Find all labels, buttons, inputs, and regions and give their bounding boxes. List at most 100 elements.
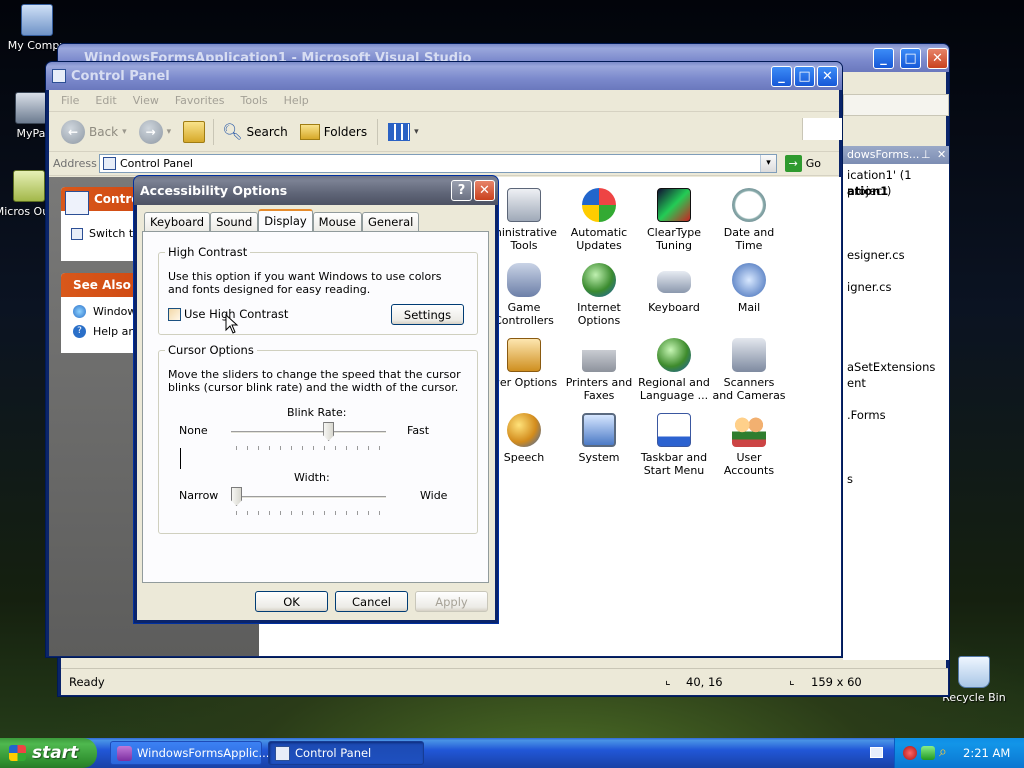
blink-rate-label: Blink Rate: (287, 406, 347, 419)
cp-item-user-accounts[interactable]: User Accounts (712, 413, 786, 477)
tab-general[interactable]: General (362, 212, 420, 231)
cp-item-cleartype-tuning[interactable]: ClearType Tuning (637, 188, 711, 252)
menu-view[interactable]: View (125, 94, 167, 107)
address-field[interactable]: Control Panel ▾ (99, 154, 777, 173)
apply-button[interactable]: Apply (415, 591, 488, 612)
cp-item-keyboard[interactable]: Keyboard (637, 263, 711, 314)
cp-menu-bar: File Edit View Favorites Tools Help (49, 90, 842, 140)
control-panel-small-icon (103, 157, 116, 170)
clock: 2:21 AM (963, 746, 1011, 760)
folders-button[interactable]: Folders (294, 123, 373, 140)
language-bar-icon[interactable] (870, 747, 883, 758)
solution-item[interactable]: igner.cs (847, 279, 892, 295)
taskbar-icon (657, 413, 691, 447)
up-button[interactable] (177, 120, 211, 143)
vs-maximize-button[interactable]: □ (900, 48, 921, 69)
cp-title-bar[interactable]: Control Panel (46, 62, 842, 90)
solution-item[interactable]: .Forms (847, 407, 886, 423)
cp-item-date-and-time[interactable]: Date and Time (712, 188, 786, 252)
cursor-position-icon: ⌞ (665, 673, 671, 687)
tab-display[interactable]: Display (258, 209, 313, 231)
windows-update-icon (73, 305, 86, 318)
views-button[interactable]: ▾ (382, 122, 425, 141)
start-button[interactable]: start (0, 738, 97, 768)
address-dropdown-button[interactable]: ▾ (760, 155, 776, 172)
cp-item-regional-and-language[interactable]: Regional and Language ... (637, 338, 711, 402)
address-label: Address (53, 157, 97, 170)
chevron-down-icon[interactable]: ▾ (122, 127, 127, 137)
windows-flag-icon (9, 745, 26, 761)
folders-icon (299, 123, 320, 140)
close-icon[interactable]: ✕ (937, 146, 946, 164)
cp-item-printers-and-faxes[interactable]: Printers and Faxes (562, 338, 636, 402)
globe-icon (582, 263, 616, 297)
search-icon: 🔍︎ (222, 122, 243, 141)
cp-item-mail[interactable]: Mail (712, 263, 786, 314)
ok-button[interactable]: OK (255, 591, 328, 612)
system-tray: ⌕ 2:21 AM (894, 738, 1024, 768)
solution-item[interactable]: esigner.cs (847, 247, 905, 263)
pin-icon[interactable]: ⊥ (921, 146, 931, 164)
vs-minimize-button[interactable]: _ (873, 48, 894, 69)
menu-favorites[interactable]: Favorites (167, 94, 233, 107)
speech-icon (507, 413, 541, 447)
cp-item-taskbar-and-start-menu[interactable]: Taskbar and Start Menu (637, 413, 711, 477)
width-track (231, 496, 386, 499)
width-slider[interactable] (231, 487, 242, 506)
menu-help[interactable]: Help (276, 94, 317, 107)
toolbar-separator (377, 118, 379, 145)
cp-item-internet-options[interactable]: Internet Options (562, 263, 636, 327)
cp-minimize-button[interactable]: _ (771, 66, 792, 87)
cp-item-system[interactable]: System (562, 413, 636, 464)
cancel-button[interactable]: Cancel (335, 591, 408, 612)
go-arrow-icon: → (784, 155, 802, 172)
tab-keyboard[interactable]: Keyboard (144, 212, 211, 231)
high-contrast-description: Use this option if you want Windows to u… (168, 270, 442, 296)
chevron-down-icon[interactable]: ▾ (167, 127, 172, 137)
cursor-options-description: Move the sliders to change the speed tha… (168, 368, 461, 394)
solution-item[interactable]: ent (847, 375, 866, 391)
go-button[interactable]: → Go (784, 155, 821, 172)
solution-item[interactable]: aSetExtensions (847, 359, 935, 375)
see-also-help[interactable]: ? Help an (73, 325, 135, 338)
tab-mouse[interactable]: Mouse (312, 212, 362, 231)
tray-network-icon[interactable] (903, 746, 917, 760)
tray-update-icon[interactable] (921, 746, 935, 760)
vs-solution-explorer: ication1' (1 project) ation1 esigner.cs … (843, 164, 949, 660)
switch-view-link[interactable]: Switch t (71, 227, 133, 240)
blink-rate-slider[interactable] (323, 422, 335, 441)
cp-address-bar: Address Control Panel ▾ → Go (49, 152, 839, 176)
globe-icon (657, 338, 691, 372)
solution-item[interactable]: s (847, 471, 853, 487)
solution-item[interactable]: ation1 (847, 183, 888, 199)
task-control-panel[interactable]: Control Panel (268, 741, 424, 765)
dialog-close-button[interactable]: ✕ (474, 180, 495, 201)
dialog-help-button[interactable]: ? (451, 180, 472, 201)
dialog-body: Keyboard Sound Display Mouse General Hig… (137, 205, 495, 620)
computer-icon (21, 4, 53, 36)
tray-search-icon[interactable]: ⌕ (939, 744, 947, 760)
blink-rate-track (231, 431, 386, 434)
control-panel-title-icon (52, 69, 66, 83)
cp-close-button[interactable]: ✕ (817, 66, 838, 87)
vs-close-button[interactable]: ✕ (927, 48, 948, 69)
menu-tools[interactable]: Tools (233, 94, 276, 107)
high-contrast-group-label: High Contrast (165, 245, 251, 259)
cleartype-icon (657, 188, 691, 222)
dialog-title-bar[interactable]: Accessibility Options (134, 176, 498, 205)
cp-item-automatic-updates[interactable]: Automatic Updates (562, 188, 636, 252)
vs-status-ready: Ready (69, 675, 105, 689)
tab-sound[interactable]: Sound (210, 212, 259, 231)
menu-file[interactable]: File (53, 94, 87, 107)
see-also-windows-update[interactable]: Window (73, 305, 136, 318)
high-contrast-settings-button[interactable]: Settings (391, 304, 464, 325)
search-button[interactable]: 🔍︎ Search (216, 122, 294, 141)
blink-rate-ticks (236, 446, 383, 450)
forward-button[interactable]: → ▾ (133, 119, 178, 144)
menu-edit[interactable]: Edit (87, 94, 124, 107)
task-windows-forms-app[interactable]: WindowsFormsApplic... (110, 741, 269, 765)
cp-maximize-button[interactable]: □ (794, 66, 815, 87)
back-button[interactable]: ← Back ▾ (55, 119, 133, 144)
cp-item-scanners-and-cameras[interactable]: Scanners and Cameras (712, 338, 786, 402)
accessibility-options-dialog: Accessibility Options ? ✕ Keyboard Sound… (133, 175, 499, 624)
